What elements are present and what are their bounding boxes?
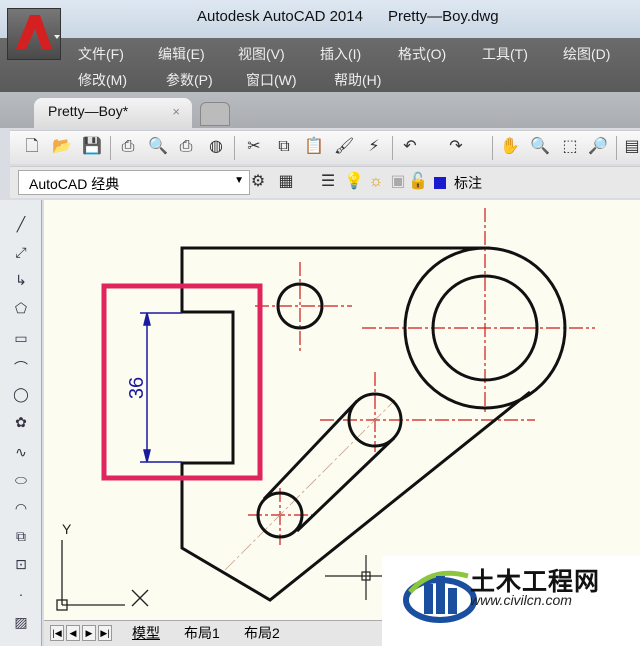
sun-icon[interactable]: ☼ — [366, 172, 386, 192]
polyline-icon[interactable]: ↳ — [11, 272, 31, 292]
next-tab-button[interactable]: ▶ — [82, 625, 96, 641]
menu-help[interactable]: 帮助(H) — [334, 70, 381, 90]
window-title: Autodesk AutoCAD 2014 Pretty—Boy.dwg — [197, 8, 499, 25]
save-icon[interactable]: 💾 — [82, 137, 102, 157]
tab-model[interactable]: 模型 — [132, 623, 160, 643]
layer-manager-icon[interactable]: ☰ — [318, 172, 338, 192]
ellipse-icon[interactable]: ⬭ — [11, 472, 31, 492]
watermark-url: www.civilcn.com — [470, 592, 572, 608]
publish-icon[interactable]: ⎙ — [176, 137, 196, 157]
menu-window[interactable]: 窗口(W) — [246, 70, 297, 90]
pan-icon[interactable]: ✋ — [500, 137, 520, 157]
menu-file[interactable]: 文件(F) — [78, 44, 124, 64]
last-tab-button[interactable]: ▶| — [98, 625, 112, 641]
point-icon[interactable]: · — [11, 586, 31, 606]
chevron-down-icon: ▼ — [234, 175, 244, 186]
make-block-icon[interactable]: ⊡ — [11, 556, 31, 576]
tab-layout1[interactable]: 布局1 — [184, 623, 220, 643]
zoom-window-icon[interactable]: ⬚ — [560, 137, 580, 157]
revcloud-icon[interactable]: ✿ — [11, 414, 31, 434]
prev-tab-button[interactable]: ◀ — [66, 625, 80, 641]
menu-modify[interactable]: 修改(M) — [78, 70, 127, 90]
standard-toolbar: 🗋 📂 💾 ⎙ 🔍 ⎙ ◍ ✂ ⧉ 📋 🖌 ⚡ ↶ ↷ ✋ 🔍 ⬚ 🔎 ▤ — [10, 130, 640, 164]
draw-toolbar: ╱ ⤢ ↳ ⬠ ▭ ⌒ ◯ ✿ ∿ ⬭ ◠ ⧉ ⊡ · ▨ — [0, 200, 42, 646]
paste-icon[interactable]: 📋 — [304, 137, 324, 157]
bulb-icon[interactable]: 💡 — [344, 172, 364, 192]
new-tab-button[interactable] — [200, 102, 230, 126]
menu-bar: 文件(F) 编辑(E) 视图(V) 插入(I) 格式(O) 工具(T) 绘图(D… — [0, 38, 640, 92]
copy-icon[interactable]: ⧉ — [274, 137, 294, 157]
menu-parameters[interactable]: 参数(P) — [166, 70, 213, 90]
workspace-settings-icon[interactable]: ▦ — [276, 172, 296, 192]
ucs-icon — [57, 540, 148, 610]
cut-icon[interactable]: ✂ — [244, 137, 264, 157]
unlock-icon[interactable]: 🔓 — [408, 172, 428, 192]
rectangle-icon[interactable]: ▭ — [11, 330, 31, 350]
autocad-logo-icon — [8, 9, 62, 61]
ucs-y-label: Y — [62, 521, 72, 537]
menu-tools[interactable]: 工具(T) — [482, 44, 528, 64]
document-tab-bar: Pretty—Boy* × — [0, 92, 640, 128]
line-icon[interactable]: ╱ — [11, 216, 31, 236]
part-outline — [182, 248, 565, 600]
separator — [110, 136, 111, 160]
menu-insert[interactable]: 插入(I) — [320, 44, 361, 64]
menu-edit[interactable]: 编辑(E) — [158, 44, 205, 64]
workspace-value: AutoCAD 经典 — [29, 176, 119, 192]
menu-view[interactable]: 视图(V) — [238, 44, 285, 64]
menu-format[interactable]: 格式(O) — [398, 44, 446, 64]
arc-icon[interactable]: ⌒ — [11, 358, 31, 378]
separator — [616, 136, 617, 160]
construction-line-icon[interactable]: ⤢ — [11, 244, 31, 264]
close-tab-icon[interactable]: × — [172, 104, 180, 119]
open-icon[interactable]: 📂 — [52, 137, 72, 157]
document-tab-label: Pretty—Boy* — [48, 103, 128, 119]
application-menu-button[interactable] — [7, 8, 61, 60]
redo-icon[interactable]: ↷ — [446, 137, 466, 157]
hatch-icon[interactable]: ▨ — [11, 614, 31, 634]
print-preview-icon[interactable]: 🔍 — [148, 137, 168, 157]
document-tab[interactable]: Pretty—Boy* × — [34, 98, 192, 128]
separator — [234, 136, 235, 160]
properties-icon[interactable]: ▤ — [622, 137, 640, 157]
dimension-text: 36 — [126, 377, 148, 399]
center-lines — [225, 208, 595, 570]
gear-icon[interactable]: ⚙ — [248, 172, 268, 192]
layer-name[interactable]: 标注 — [454, 173, 482, 193]
undo-icon[interactable]: ↶ — [400, 137, 420, 157]
title-bar: Autodesk AutoCAD 2014 Pretty—Boy.dwg — [0, 0, 640, 38]
polygon-icon[interactable]: ⬠ — [11, 300, 31, 320]
new-icon[interactable]: 🗋 — [22, 137, 42, 157]
block-editor-icon[interactable]: ⚡ — [364, 137, 384, 157]
menu-draw[interactable]: 绘图(D) — [563, 44, 610, 64]
layer-color-swatch — [434, 177, 446, 189]
spline-icon[interactable]: ∿ — [11, 444, 31, 464]
separator — [492, 136, 493, 160]
3d-dwf-icon[interactable]: ◍ — [206, 137, 226, 157]
watermark: 土木工程网 www.civilcn.com — [382, 556, 640, 646]
tab-layout2[interactable]: 布局2 — [244, 623, 280, 643]
workspace-select[interactable]: AutoCAD 经典 ▼ — [18, 170, 250, 195]
zoom-realtime-icon[interactable]: 🔍 — [530, 137, 550, 157]
ellipse-arc-icon[interactable]: ◠ — [11, 500, 31, 520]
insert-block-icon[interactable]: ⧉ — [11, 528, 31, 548]
circle-icon[interactable]: ◯ — [11, 386, 31, 406]
first-tab-button[interactable]: |◀ — [50, 625, 64, 641]
workspace-toolbar: AutoCAD 经典 ▼ ⚙ ▦ ☰ 💡 ☼ ▣ 🔓 标注 — [10, 166, 640, 198]
zoom-previous-icon[interactable]: 🔎 — [588, 137, 608, 157]
freeze-viewport-icon[interactable]: ▣ — [388, 172, 408, 192]
separator — [392, 136, 393, 160]
print-icon[interactable]: ⎙ — [118, 137, 138, 157]
match-properties-icon[interactable]: 🖌 — [334, 137, 354, 157]
